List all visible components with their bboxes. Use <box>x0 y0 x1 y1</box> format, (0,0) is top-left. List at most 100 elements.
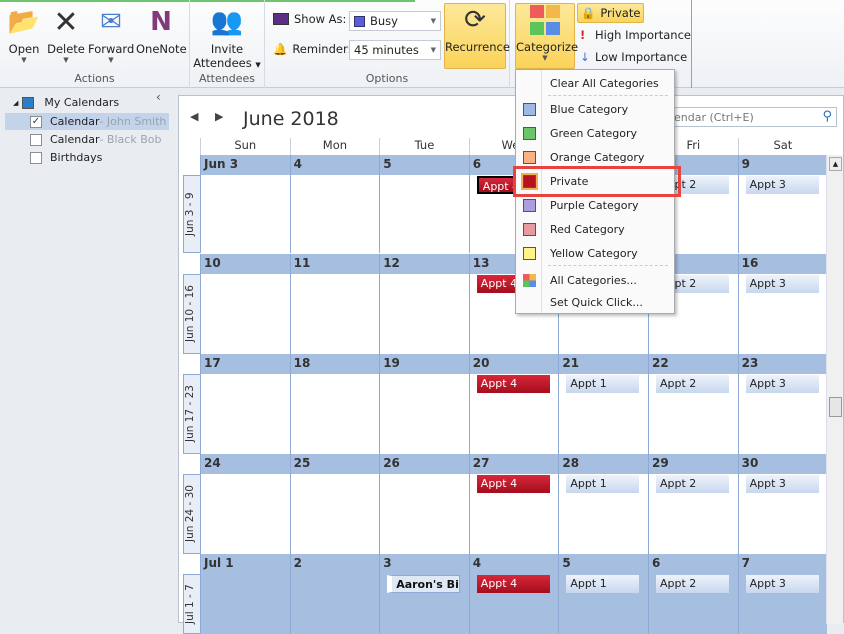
appointment[interactable]: Appt 3 <box>745 275 819 293</box>
day-cell[interactable]: 22 Appt 2 <box>648 354 738 454</box>
appointment[interactable]: Appt 4 <box>476 375 550 393</box>
day-cell[interactable]: 18 <box>289 354 380 454</box>
appointment[interactable]: Appt 4 <box>476 475 550 493</box>
my-calendars-group[interactable]: ◢ My Calendars <box>5 94 169 111</box>
date-label: Jun 3 <box>201 155 290 175</box>
menu-item-orange-category[interactable]: Orange Category <box>516 146 674 168</box>
appointment[interactable]: Appt 3 <box>745 176 819 194</box>
menu-item-purple-category[interactable]: Purple Category <box>516 194 674 216</box>
day-cell[interactable]: 2 <box>289 554 380 634</box>
day-header-mon: Mon <box>289 138 380 155</box>
date-label: 2 <box>290 554 380 574</box>
week-label[interactable]: Jul 1 - 7 <box>183 574 201 634</box>
day-cell[interactable]: 5 Appt 1 <box>558 554 648 634</box>
day-cell[interactable]: 21 Appt 1 <box>558 354 648 454</box>
day-cell[interactable]: 16 Appt 3 <box>737 254 828 354</box>
month-title: June 2018 <box>243 108 339 130</box>
day-cell[interactable]: 23 Appt 3 <box>737 354 828 454</box>
day-cell[interactable]: 12 <box>379 254 469 354</box>
date-label: 12 <box>380 254 469 274</box>
checkbox[interactable]: ✓ <box>30 115 42 128</box>
high-importance-button[interactable]: ! High Importance <box>580 28 691 42</box>
menu-item-label: Blue Category <box>550 102 629 116</box>
week-row: Jun 24 - 30 24 25 26 27 Appt 4 28 Appt 1 29 Appt … <box>179 454 828 554</box>
scroll-thumb[interactable] <box>829 397 842 417</box>
day-cell[interactable]: 29 Appt 2 <box>648 454 738 554</box>
menu-item-set-quick-click[interactable]: Set Quick Click... <box>516 291 674 313</box>
open-button[interactable]: 📂 Open ▼ <box>4 6 44 64</box>
appointment[interactable]: Appt 2 <box>656 375 729 393</box>
day-cell[interactable]: 4 <box>289 155 380 253</box>
day-cell[interactable]: 11 <box>289 254 380 354</box>
day-cell[interactable]: 4 Appt 4 <box>468 554 559 634</box>
appointment[interactable]: Appt 1 <box>566 375 640 393</box>
vertical-scrollbar[interactable]: ▲ <box>826 155 843 624</box>
checkbox[interactable] <box>30 151 42 164</box>
actions-group-label: Actions <box>74 72 115 85</box>
day-cell[interactable]: 27 Appt 4 <box>468 454 559 554</box>
previous-month-arrow-icon[interactable]: ◀ <box>190 110 198 123</box>
day-cell[interactable]: Jun 3 <box>200 155 290 253</box>
calendar-list-item[interactable]: Birthdays <box>5 149 169 166</box>
appointment[interactable]: Appt 3 <box>745 375 819 393</box>
reminder-dropdown[interactable]: 45 minutes ▼ <box>349 40 441 60</box>
day-cell[interactable]: 20 Appt 4 <box>468 354 559 454</box>
invite-attendees-button[interactable]: 👥 Invite Attendees ▼ <box>192 6 262 70</box>
appointment[interactable]: Appt 2 <box>656 575 729 593</box>
categorize-icon <box>530 4 560 36</box>
delete-button[interactable]: ✕ Delete ▼ <box>46 5 86 65</box>
appointment[interactable]: Appt 1 <box>566 475 640 493</box>
forward-envelope-icon: ✉ <box>100 7 122 37</box>
forward-button[interactable]: ✉ Forward ▼ <box>88 6 134 64</box>
day-cell[interactable]: 24 <box>200 454 290 554</box>
calendar-list-item[interactable]: ✓ Calendar - John Smith <box>5 113 169 130</box>
ribbon: 📂 Open ▼ ✕ Delete ▼ ✉ Forward ▼ N OneNote Actio… <box>0 0 844 88</box>
scroll-up-icon[interactable]: ▲ <box>829 157 842 171</box>
day-cell[interactable]: 7 Appt 3 <box>737 554 828 634</box>
onenote-button[interactable]: N OneNote <box>136 6 187 56</box>
week-label[interactable]: Jun 17 - 23 <box>183 374 201 454</box>
menu-item-clear-all-categories[interactable]: Clear All Categories <box>516 72 674 94</box>
appointment[interactable]: Appt 3 <box>745 475 819 493</box>
week-label[interactable]: Jun 24 - 30 <box>183 474 201 554</box>
day-cell[interactable]: 17 <box>200 354 290 454</box>
day-cell[interactable]: 30 Appt 3 <box>737 454 828 554</box>
checkbox[interactable] <box>30 133 42 146</box>
day-cell[interactable]: 25 <box>289 454 380 554</box>
day-cell[interactable]: 9 Appt 3 <box>737 155 828 253</box>
categorize-button[interactable]: Categorize ▼ <box>515 3 578 69</box>
week-label[interactable]: Jun 10 - 16 <box>183 274 201 354</box>
calendar-list-item[interactable]: Calendar - Black Bob <box>5 131 169 148</box>
menu-item-all-categories[interactable]: All Categories... <box>516 269 674 291</box>
appointment[interactable]: Appt 1 <box>566 575 640 593</box>
menu-item-red-category[interactable]: Red Category <box>516 218 674 240</box>
low-importance-button[interactable]: ↓ Low Importance <box>580 50 687 64</box>
day-cell[interactable]: 28 Appt 1 <box>558 454 648 554</box>
week-row: Jun 10 - 1610111213Appt 414Appt 115Appt … <box>179 254 828 354</box>
private-button[interactable]: 🔒 Private <box>577 3 645 23</box>
appointment[interactable]: Appt 3 <box>745 575 819 593</box>
day-cell[interactable]: Jul 1 <box>200 554 290 634</box>
menu-item-green-category[interactable]: Green Category <box>516 122 674 144</box>
menu-item-yellow-category[interactable]: Yellow Category <box>516 242 674 264</box>
next-month-arrow-icon[interactable]: ▶ <box>215 110 223 123</box>
collapse-pane-chevron-icon[interactable]: ‹ <box>156 90 161 104</box>
day-cell[interactable]: 6 Appt 2 <box>648 554 738 634</box>
week-label[interactable]: Jun 3 - 9 <box>183 175 201 253</box>
day-cell[interactable]: 10 <box>200 254 290 354</box>
show-as-dropdown[interactable]: Busy ▼ <box>349 11 441 31</box>
day-cell[interactable]: 26 <box>379 454 469 554</box>
appointment[interactable]: Appt 2 <box>656 475 729 493</box>
date-label: 6 <box>649 554 738 574</box>
menu-item-blue-category[interactable]: Blue Category <box>516 98 674 120</box>
menu-item-label: Green Category <box>550 126 638 140</box>
date-label: 21 <box>559 354 648 374</box>
search-calendar-input[interactable]: endar (Ctrl+E) ⚲ <box>669 107 837 127</box>
birthday-appointment[interactable]: Aaron's Birthday <box>387 575 461 593</box>
day-cell[interactable]: 3Aaron's Birthday <box>379 554 469 634</box>
appointment[interactable]: Appt 4 <box>476 575 550 593</box>
calendar-owner: - Black Bob <box>99 133 162 146</box>
recurrence-button[interactable]: ⟳ Recurrence <box>444 3 510 69</box>
day-cell[interactable]: 19 <box>379 354 469 454</box>
day-cell[interactable]: 5 <box>379 155 469 253</box>
